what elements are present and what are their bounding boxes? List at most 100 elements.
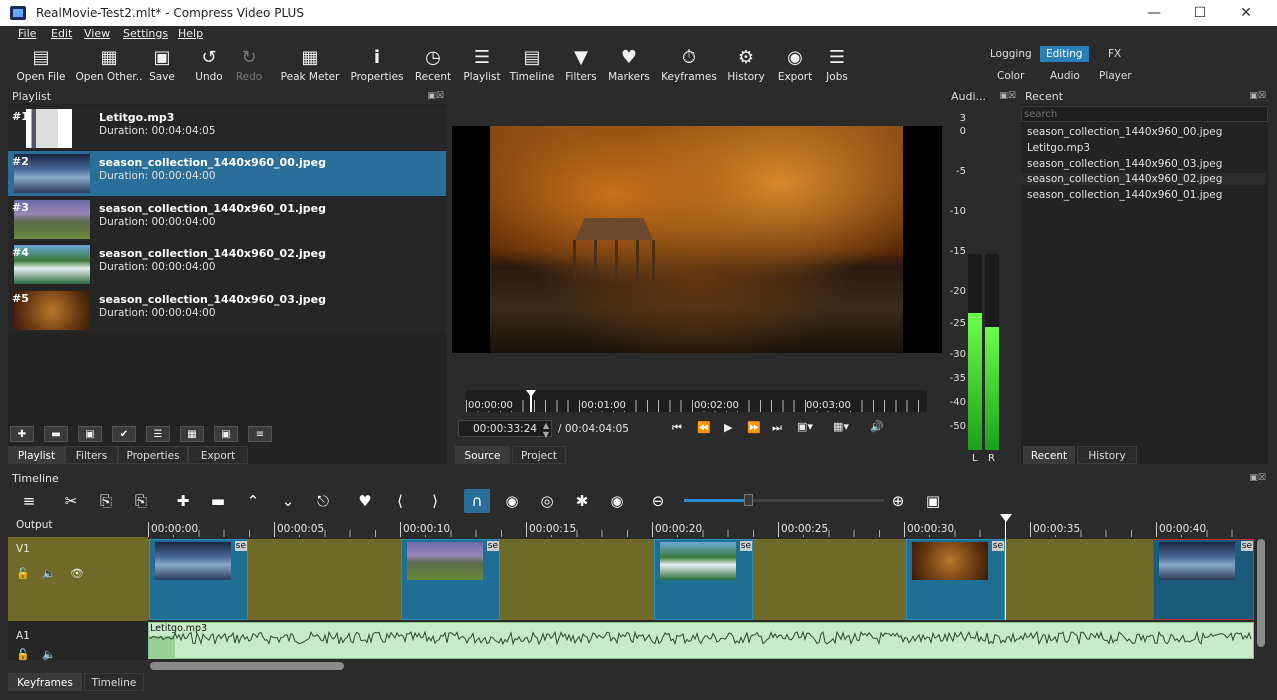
skip-previous-icon[interactable]: ⏮ — [672, 421, 682, 435]
spin-arrows-icon[interactable]: ▲ ▼ — [543, 421, 549, 439]
zoom-icon[interactable]: ▣▾ — [797, 420, 813, 433]
remove-icon[interactable]: ▬ — [205, 489, 231, 513]
volume-icon[interactable]: 🔊 — [870, 420, 884, 433]
grid-icon[interactable]: ▦▾ — [833, 420, 849, 433]
timeline-clip-selected[interactable]: se — [1153, 539, 1254, 620]
properties-button[interactable]: i Properties — [350, 42, 404, 88]
recent-item[interactable]: season_collection_1440x960_03.jpeg — [1027, 158, 1222, 170]
rewind-icon[interactable]: ⏪ — [697, 421, 711, 434]
recent-item[interactable]: season_collection_1440x960_00.jpeg — [1027, 126, 1222, 138]
skip-next-icon[interactable]: ⏭ — [772, 421, 782, 435]
timeline-ruler[interactable]: 00:00:00 00:00:05 00:00:10 00:00:15 00:0… — [148, 516, 1254, 537]
next-marker-icon[interactable]: ⟩ — [422, 489, 448, 513]
tiles-view-button[interactable]: ▦ — [180, 426, 204, 442]
audio-clip[interactable]: Letitgo.mp3 — [148, 622, 1254, 659]
details-view-button[interactable]: ☰ — [146, 426, 170, 442]
timeline-vscroll[interactable] — [1255, 537, 1267, 659]
track-a1-header[interactable]: A1 🔓 🔈 — [8, 622, 148, 661]
tab-export[interactable]: Export — [188, 446, 248, 464]
tab-playlist[interactable]: Playlist — [8, 446, 65, 464]
icons-view-button[interactable]: ▣ — [214, 426, 238, 442]
export-button[interactable]: ◉ Export — [776, 42, 814, 88]
timeline-clip[interactable]: se — [149, 539, 248, 620]
video-viewer[interactable] — [452, 126, 942, 353]
playlist-item[interactable]: #4 season_collection_1440x960_02.jpeg Du… — [8, 242, 446, 287]
open-file-button[interactable]: ▤ Open File — [16, 42, 66, 88]
markers-button[interactable]: ♥ Markers — [608, 42, 650, 88]
playlist-button[interactable]: ☰ Playlist — [462, 42, 502, 88]
recent-item[interactable]: season_collection_1440x960_01.jpeg — [1027, 189, 1222, 201]
remove-button[interactable]: ▬ — [44, 426, 68, 442]
layout-color[interactable]: Color — [991, 68, 1030, 84]
zoom-out-icon[interactable]: ⊖ — [645, 489, 671, 513]
redo-button[interactable]: ↻ Redo — [232, 42, 266, 88]
recent-search-input[interactable] — [1021, 106, 1268, 122]
zoom-slider-handle[interactable] — [744, 494, 753, 506]
player-scrubber[interactable]: 00:00:00 00:01:00 00:02:00 00:03:00 — [466, 390, 927, 412]
ripple-markers-icon[interactable]: ◉ — [604, 489, 630, 513]
undo-button[interactable]: ↺ Undo — [192, 42, 226, 88]
snap-icon[interactable]: ∩ — [464, 489, 490, 513]
tab-history[interactable]: History — [1077, 446, 1137, 464]
playlist-item[interactable]: #5 season_collection_1440x960_03.jpeg Du… — [8, 288, 446, 333]
menu-edit[interactable]: Edit — [51, 27, 72, 40]
tab-source[interactable]: Source — [455, 446, 510, 464]
layout-logging[interactable]: Logging — [984, 46, 1038, 62]
save-button[interactable]: ▣ Save — [145, 42, 179, 88]
play-icon[interactable]: ▶ — [724, 421, 732, 434]
fast-forward-icon[interactable]: ⏩ — [747, 421, 761, 434]
scrub-icon[interactable]: ◉ — [499, 489, 525, 513]
position-spinner[interactable]: 00:00:33:24 ▲ ▼ — [458, 420, 552, 439]
zoom-fit-icon[interactable]: ▣ — [920, 489, 946, 513]
timeline-playhead[interactable] — [1000, 514, 1012, 522]
dock-buttons[interactable]: ▣☒ — [1249, 473, 1266, 483]
playlist-item[interactable]: #3 season_collection_1440x960_01.jpeg Du… — [8, 197, 446, 242]
layout-player[interactable]: Player — [1093, 68, 1138, 84]
append-icon[interactable]: ✚ — [170, 489, 196, 513]
overwrite-icon[interactable]: ⌄ — [275, 489, 301, 513]
maximize-button[interactable]: ☐ — [1177, 0, 1223, 26]
layout-audio[interactable]: Audio — [1044, 68, 1086, 84]
add-button[interactable]: ✚ — [10, 426, 34, 442]
tab-filters[interactable]: Filters — [65, 446, 118, 464]
select-all-button[interactable]: ✔ — [112, 426, 136, 442]
lift-icon[interactable]: ⌃ — [240, 489, 266, 513]
hscroll-thumb[interactable] — [150, 662, 344, 670]
cut-icon[interactable]: ✂ — [58, 489, 84, 513]
timeline-menu-icon[interactable]: ≡ — [16, 489, 42, 513]
recent-item[interactable]: season_collection_1440x960_02.jpeg — [1021, 173, 1266, 185]
playlist-item[interactable]: #1 Letitgo.mp3 Duration: 00:04:04:05 — [8, 106, 446, 151]
lock-icon[interactable]: 🔓 — [16, 567, 30, 580]
eye-icon[interactable]: 👁 — [70, 567, 84, 580]
tab-keyframes[interactable]: Keyframes — [8, 673, 82, 691]
layout-fx[interactable]: FX — [1102, 46, 1127, 62]
jobs-button[interactable]: ☰ Jobs — [822, 42, 852, 88]
paste-icon[interactable]: ⎘ — [128, 489, 154, 513]
recent-item[interactable]: Letitgo.mp3 — [1027, 142, 1090, 154]
layout-editing[interactable]: Editing — [1040, 46, 1089, 62]
timeline-button[interactable]: ▤ Timeline — [510, 42, 555, 88]
minimize-button[interactable]: — — [1131, 0, 1177, 26]
zoom-slider[interactable] — [684, 494, 884, 506]
timeline-clip[interactable]: se — [906, 539, 1005, 620]
menu-view[interactable]: View — [84, 27, 110, 40]
playlist-item[interactable]: #2 season_collection_1440x960_00.jpeg Du… — [8, 151, 446, 196]
mute-icon[interactable]: 🔈 — [42, 567, 56, 580]
filters-button[interactable]: ▼ Filters — [562, 42, 600, 88]
tab-recent[interactable]: Recent — [1023, 446, 1075, 464]
tab-properties[interactable]: Properties — [118, 446, 188, 464]
track-v1-header[interactable]: V1 🔓 🔈 👁 — [8, 537, 148, 621]
menu-help[interactable]: Help — [178, 27, 203, 40]
zoom-in-icon[interactable]: ⊕ — [885, 489, 911, 513]
vscroll-thumb[interactable] — [1257, 539, 1265, 647]
menu-file[interactable]: File — [18, 27, 36, 40]
open-other-button[interactable]: ▦ Open Other.. — [76, 42, 143, 88]
menu-settings[interactable]: Settings — [123, 27, 168, 40]
timeline-clip[interactable]: se — [654, 539, 753, 620]
copy-icon[interactable]: ⎘ — [93, 489, 119, 513]
dock-buttons[interactable]: ▣☒ — [427, 91, 444, 101]
ripple-icon[interactable]: ◎ — [534, 489, 560, 513]
history-button[interactable]: ⚙ History — [726, 42, 766, 88]
ripple-all-icon[interactable]: ✱ — [569, 489, 595, 513]
mute-icon[interactable]: 🔈 — [42, 648, 56, 661]
